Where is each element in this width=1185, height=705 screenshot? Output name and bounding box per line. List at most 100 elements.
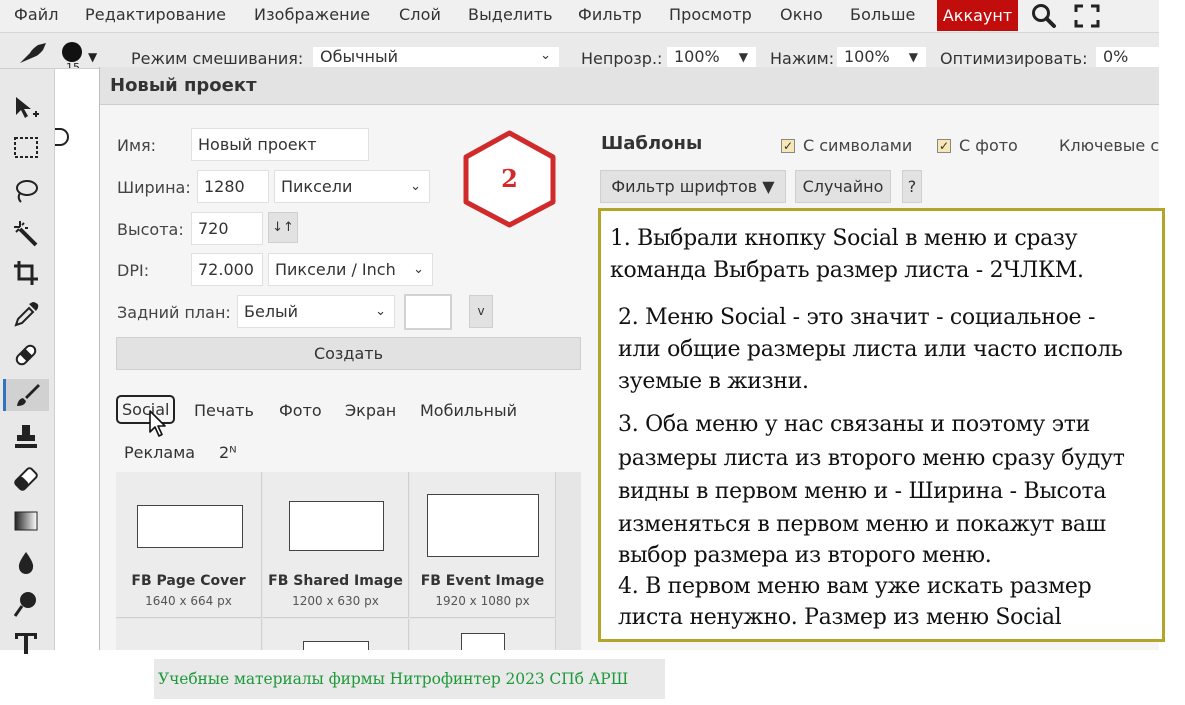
tab-screen[interactable]: Экран <box>345 401 396 420</box>
background-color-button[interactable]: v <box>469 295 493 328</box>
brush-dot-icon[interactable] <box>62 42 82 62</box>
brush-icon[interactable] <box>3 379 49 411</box>
menu-file[interactable]: Файл <box>14 5 59 24</box>
note-line: 1. Выбрали кнопку Social в меню и сразу <box>610 226 1078 251</box>
photo-checkbox[interactable]: ✓ <box>937 139 951 153</box>
note-line: размеры листа из второго меню сразу буду… <box>618 446 1125 471</box>
opacity-input[interactable]: 100% ▼ <box>667 47 756 68</box>
preset-card[interactable]: FB Page Cover 1640 x 664 px <box>116 472 262 618</box>
preset-card[interactable]: FB Event Image 1920 x 1080 px <box>410 472 556 618</box>
preset-name: FB Shared Image <box>268 573 403 589</box>
opacity-label: Непрозр.: <box>581 49 663 68</box>
chevron-down-icon: ⌄ <box>413 262 424 277</box>
preset-size: 1640 x 664 px <box>145 594 232 608</box>
lasso-icon[interactable] <box>10 175 42 207</box>
preset-thumbnail <box>461 633 505 650</box>
note-line: 4. В первом меню вам уже искать размер <box>618 574 1092 599</box>
magic-wand-icon[interactable] <box>10 217 42 249</box>
preset-card[interactable] <box>410 619 556 650</box>
note-line: 3. Оба меню у нас связаны и поэтому эти <box>618 412 1091 437</box>
pressure-input[interactable]: 100% ▼ <box>837 47 926 68</box>
background-color-swatch[interactable] <box>404 294 452 330</box>
dodge-icon[interactable] <box>10 588 42 620</box>
help-button[interactable]: ? <box>902 170 922 203</box>
tab-print[interactable]: Печать <box>194 401 254 420</box>
pressure-label: Нажим: <box>770 49 835 68</box>
menu-image[interactable]: Изображение <box>254 5 370 24</box>
note-line: видны в первом меню и - Ширина - Высота <box>618 479 1107 504</box>
font-filter-button[interactable]: Фильтр шрифтов ▼ <box>600 170 786 203</box>
blend-mode-select[interactable]: Обычный ⌄ <box>313 47 559 68</box>
move-tool-icon[interactable] <box>10 92 42 124</box>
width-input[interactable]: 1280 <box>197 170 269 203</box>
chevron-down-icon: ▼ <box>738 50 748 64</box>
optimize-input[interactable]: 0% <box>1096 47 1159 68</box>
crop-icon[interactable] <box>10 257 42 289</box>
keywords-label: Ключевые с <box>1059 136 1159 155</box>
menu-view[interactable]: Просмотр <box>669 5 752 24</box>
symbols-checkbox[interactable]: ✓ <box>781 139 795 153</box>
preset-thumbnail <box>137 505 243 548</box>
swap-dimensions-button[interactable]: ↓↑ <box>268 212 298 243</box>
menu-more[interactable]: Больше <box>850 5 916 24</box>
search-icon[interactable] <box>1030 3 1058 29</box>
name-input[interactable]: Новый проект <box>191 128 369 161</box>
preset-size: 1920 x 1080 px <box>435 594 530 608</box>
preset-card[interactable] <box>263 619 409 650</box>
menubar: Файл Редактирование Изображение Слой Выд… <box>0 0 1159 33</box>
tab-power-of-two[interactable]: 2ᴺ <box>219 443 237 462</box>
chevron-down-icon: ⌄ <box>375 304 386 319</box>
opacity-value: 100% <box>674 47 720 66</box>
account-button[interactable]: Аккаунт <box>937 0 1018 31</box>
brush-preset-icon[interactable] <box>16 39 52 67</box>
options-bar: 15 ▼ Режим смешивания: Обычный ⌄ Непрозр.… <box>0 33 1159 69</box>
templates-title: Шаблоны <box>601 133 703 154</box>
mouse-cursor-icon <box>148 409 170 439</box>
healing-icon[interactable] <box>10 339 42 371</box>
fullscreen-icon[interactable] <box>1073 3 1101 29</box>
tab-mobile[interactable]: Мобильный <box>420 401 517 420</box>
text-icon[interactable] <box>10 627 42 659</box>
blend-mode-label: Режим смешивания: <box>131 49 304 68</box>
dpi-input[interactable]: 72.000 <box>191 253 263 286</box>
background-select[interactable]: Белый ⌄ <box>237 295 395 328</box>
stamp-icon[interactable] <box>10 421 42 453</box>
height-label: Высота: <box>117 220 184 239</box>
eraser-icon[interactable] <box>10 463 42 495</box>
marquee-icon[interactable] <box>10 132 42 164</box>
menu-select[interactable]: Выделить <box>468 5 553 24</box>
height-input[interactable]: 720 <box>191 212 263 245</box>
preset-name: FB Event Image <box>420 573 545 589</box>
width-label: Ширина: <box>117 178 191 197</box>
panel-toggle-icon[interactable] <box>55 128 69 146</box>
dpi-unit-select[interactable]: Пиксели / Inch ⌄ <box>268 253 433 286</box>
chevron-down-icon[interactable]: ▼ <box>88 50 97 64</box>
note-line: изменяться в первом меню и покажут ваш <box>618 512 1106 537</box>
gradient-icon[interactable] <box>10 505 42 537</box>
preset-thumbnail <box>427 494 539 557</box>
blur-icon[interactable] <box>10 547 42 579</box>
preset-card[interactable] <box>116 619 262 650</box>
preset-thumbnail <box>289 501 384 551</box>
menu-filter[interactable]: Фильтр <box>578 5 642 24</box>
name-label: Имя: <box>117 136 157 155</box>
note-line: листа ненужно. Размер из меню Social <box>618 605 1062 630</box>
note-line: 2. Меню Social - это значит - социальное… <box>618 305 1096 330</box>
menu-window[interactable]: Окно <box>780 5 823 24</box>
width-unit-select[interactable]: Пиксели ⌄ <box>274 170 430 203</box>
menu-layer[interactable]: Слой <box>399 5 441 24</box>
random-button[interactable]: Случайно <box>795 170 891 203</box>
photo-label: С фото <box>959 136 1018 155</box>
width-unit-value: Пиксели <box>281 177 353 196</box>
dpi-label: DPI: <box>117 261 150 280</box>
menu-edit[interactable]: Редактирование <box>85 5 226 24</box>
preset-card[interactable]: FB Shared Image 1200 x 630 px <box>263 472 409 618</box>
create-button[interactable]: Создать <box>116 337 581 370</box>
optimize-label: Оптимизировать: <box>940 49 1088 68</box>
eyedropper-icon[interactable] <box>10 298 42 330</box>
tab-photo[interactable]: Фото <box>279 401 322 420</box>
tab-ads[interactable]: Реклама <box>124 443 195 462</box>
note-line: команда Выбрать размер листа - 2ЧЛКМ. <box>610 258 1084 283</box>
pressure-value: 100% <box>844 47 890 66</box>
chevron-down-icon: ⌄ <box>410 179 421 194</box>
